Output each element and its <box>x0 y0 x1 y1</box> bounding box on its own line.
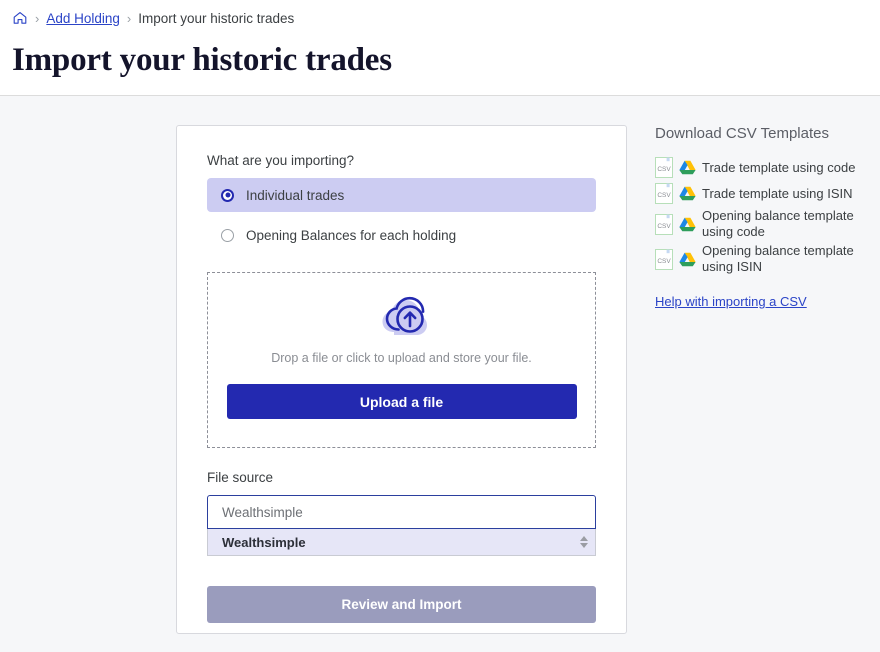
google-drive-icon <box>679 186 696 201</box>
csv-file-icon: CSV <box>655 157 673 178</box>
radio-option-individual-trades[interactable]: Individual trades <box>207 178 596 212</box>
breadcrumb-link-add-holding[interactable]: Add Holding <box>46 11 120 26</box>
template-label: Trade template using code <box>702 159 856 175</box>
csv-file-icon: CSV <box>655 183 673 204</box>
radio-mark-unselected <box>221 228 234 242</box>
page-header: › Add Holding › Import your historic tra… <box>0 0 880 96</box>
breadcrumb: › Add Holding › Import your historic tra… <box>12 0 880 36</box>
importing-question-label: What are you importing? <box>207 153 355 168</box>
file-source-label: File source <box>207 470 274 485</box>
google-drive-icon <box>679 217 696 232</box>
breadcrumb-current: Import your historic trades <box>138 10 295 26</box>
cloud-upload-icon <box>374 294 430 338</box>
csv-templates-sidebar: Download CSV Templates CSV Trade templat… <box>655 125 880 311</box>
radio-option-opening-balances[interactable]: Opening Balances for each holding <box>207 218 596 252</box>
file-dropzone[interactable]: Drop a file or click to upload and store… <box>207 272 596 448</box>
upload-a-file-button[interactable]: Upload a file <box>226 384 577 419</box>
content-area: What are you importing? Individual trade… <box>0 96 880 652</box>
template-row-trade-code[interactable]: CSV Trade template using code <box>655 156 880 179</box>
chevron-up-icon[interactable] <box>580 536 588 541</box>
import-form-card: What are you importing? Individual trade… <box>176 125 627 634</box>
template-label: Opening balance template using ISIN <box>702 243 854 274</box>
page-title: Import your historic trades <box>12 42 392 78</box>
svg-text:CSV: CSV <box>657 166 671 173</box>
breadcrumb-separator-2: › <box>126 10 132 26</box>
svg-text:CSV: CSV <box>657 258 671 265</box>
sidebar-title: Download CSV Templates <box>655 125 829 142</box>
suggestion-scroll-spinner[interactable] <box>577 536 591 548</box>
radio-label-opening-balances: Opening Balances for each holding <box>246 227 457 243</box>
template-row-trade-isin[interactable]: CSV Trade template using ISIN <box>655 182 880 205</box>
file-source-suggestion-wealthsimple[interactable]: Wealthsimple <box>208 529 595 555</box>
review-and-import-button[interactable]: Review and Import <box>207 586 596 623</box>
dropzone-instruction-text: Drop a file or click to upload and store… <box>271 351 532 365</box>
google-drive-icon <box>679 252 696 267</box>
svg-text:CSV: CSV <box>657 223 671 230</box>
csv-file-icon: CSV <box>655 213 673 235</box>
file-source-suggestion-list: Wealthsimple <box>207 529 596 556</box>
chevron-down-icon[interactable] <box>580 543 588 548</box>
csv-file-icon: CSV <box>655 248 673 270</box>
template-row-opening-balance-code[interactable]: CSV Opening balance template using code <box>655 208 880 240</box>
svg-text:CSV: CSV <box>657 192 671 199</box>
help-with-importing-csv-link[interactable]: Help with importing a CSV <box>655 294 807 309</box>
home-icon[interactable] <box>12 10 28 26</box>
google-drive-icon <box>679 160 696 175</box>
template-row-opening-balance-isin[interactable]: CSV Opening balance template using ISIN <box>655 243 880 275</box>
file-source-block: File source Wealthsimple <box>207 470 596 556</box>
template-label: Opening balance template using code <box>702 208 854 239</box>
breadcrumb-separator-1: › <box>35 10 40 26</box>
file-source-input[interactable] <box>207 495 596 529</box>
radio-label-individual-trades: Individual trades <box>246 187 345 203</box>
radio-mark-selected <box>221 188 234 202</box>
suggestion-label: Wealthsimple <box>222 534 306 550</box>
template-label: Trade template using ISIN <box>702 185 853 201</box>
